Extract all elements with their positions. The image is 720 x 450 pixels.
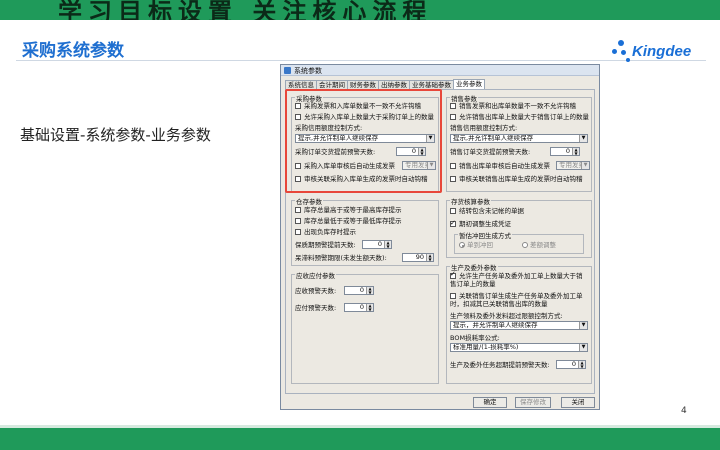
bom-formula-select[interactable]: 标准用量/(1-损耗率%) ▼ — [450, 343, 588, 352]
radio-difference[interactable]: 差额调整 — [522, 241, 556, 249]
chevron-down-icon: ▼ — [579, 135, 587, 142]
production-opt-deduct[interactable]: 关联销售订单生成生产任务单及委外加工单时，扣减其已关联销售出库的数量 — [450, 292, 588, 308]
ap-warn-days-stepper[interactable]: 0 ▲ ▼ — [344, 303, 374, 312]
title-divider — [16, 60, 706, 61]
slide-body-text: 基础设置-系统参数-业务参数 — [20, 126, 211, 144]
sales-opt-invoice-mismatch[interactable]: 销售发票和出库单数量不一致不允许钩稽 — [450, 102, 576, 110]
top-band-title: 学习目标设置 关注核心流程 — [58, 0, 433, 20]
top-band: 学习目标设置 关注核心流程 — [0, 0, 720, 20]
spin-arrows-icon[interactable]: ▲ ▼ — [426, 254, 433, 261]
sales-warn-days-stepper[interactable]: 0 ▲ ▼ — [550, 147, 580, 156]
radio-per-document[interactable]: 单到冲回 — [459, 241, 493, 249]
slide-title: 采购系统参数 — [22, 41, 124, 61]
costing-opt-unposted[interactable]: 结转包含未记帐的单据 — [450, 207, 524, 215]
logo-text: Kingdee — [632, 43, 692, 60]
stagnant-days-stepper[interactable]: 90 ▲ ▼ — [402, 253, 434, 262]
shelf-life-label: 保质期预警提前天数: — [295, 241, 356, 249]
checkbox[interactable] — [295, 229, 301, 235]
checkbox[interactable] — [450, 176, 456, 182]
dialog-title: 系统参数 — [294, 67, 322, 75]
inventory-opt-low[interactable]: 库存总量低于或等于最低库存提示 — [295, 217, 402, 225]
ok-button[interactable]: 确定 — [473, 397, 507, 408]
production-ctrl-select[interactable]: 提示，并允许制单人继续保存 ▼ — [450, 321, 588, 330]
shelf-life-stepper[interactable]: 0 ▲ ▼ — [362, 240, 392, 249]
costing-group-label: 存货核算参数 — [450, 196, 491, 206]
logo-dots-icon — [612, 40, 632, 64]
radio-selected[interactable] — [459, 242, 465, 248]
radio[interactable] — [522, 242, 528, 248]
checkbox[interactable] — [450, 103, 456, 109]
ar-warn-label: 应收预警天数: — [295, 287, 337, 295]
bom-label: BOM损耗率公式: — [450, 334, 500, 342]
costing-opt-voucher[interactable]: 期初调整生成凭证 — [450, 219, 511, 228]
inventory-group-label: 仓存参数 — [295, 196, 323, 206]
spin-arrows-icon[interactable]: ▲ ▼ — [366, 304, 373, 311]
chevron-down-icon: ▼ — [579, 322, 587, 329]
sales-credit-label: 销售信用额度控制方式: — [450, 124, 518, 132]
ar-ap-group-label: 应收应付参数 — [295, 270, 336, 280]
chevron-down-icon: ▼ — [579, 344, 587, 351]
sales-credit-select[interactable]: 提示,并允许制单人继续保存 ▼ — [450, 134, 588, 143]
chevron-down-icon: ▼ — [581, 162, 589, 169]
spin-arrows-icon[interactable]: ▲ ▼ — [572, 148, 579, 155]
save-changes-button[interactable]: 保存修改 — [515, 397, 551, 408]
dialog-titlebar[interactable]: 系统参数 — [281, 65, 599, 76]
checkbox[interactable] — [450, 293, 456, 299]
stagnant-label: 呆滞料预警期限(未发生额天数): — [295, 254, 387, 262]
ap-warn-label: 应付预警天数: — [295, 304, 337, 312]
production-opt-exceed[interactable]: 允许生产任务单及委外加工单上数量大于销售订单上的数量 — [450, 271, 588, 288]
checkbox-checked[interactable] — [450, 271, 456, 279]
app-icon — [284, 67, 291, 74]
production-ctrl-label: 生产领料及委外发料超过限额控制方式: — [450, 312, 563, 320]
checkbox[interactable] — [450, 208, 456, 214]
tab-bar: 系统信息 会计期间 财务参数 出纳参数 业务基础参数 业务参数 — [285, 79, 485, 90]
checkbox[interactable] — [295, 207, 301, 213]
spin-arrows-icon[interactable]: ▲ ▼ — [384, 241, 391, 248]
production-warn-label: 生产及委外任务超期提前预警天数: — [450, 361, 550, 369]
sales-auto-link[interactable]: 审核关联销售出库单生成的发票时自动钩稽 — [450, 175, 583, 183]
checkbox[interactable] — [450, 163, 456, 169]
sales-opt-allow-exceed[interactable]: 允许销售出库单上数量大于销售订单上的数量 — [450, 113, 589, 121]
close-button[interactable]: 关闭 — [561, 397, 595, 408]
spin-arrows-icon[interactable]: ▲ ▼ — [578, 361, 585, 368]
inventory-opt-negative[interactable]: 出现负库存时提示 — [295, 228, 356, 236]
inventory-opt-high[interactable]: 库存总量高于或等于最高库存提示 — [295, 206, 402, 214]
sales-auto-invoice[interactable]: 销售出库单审核后自动生成发票 — [450, 162, 550, 170]
kingdee-logo: Kingdee — [612, 38, 712, 66]
sales-invoice-type-select[interactable]: 专用发票 ▼ — [556, 161, 590, 170]
bottom-band — [0, 428, 720, 450]
production-group-label: 生产及委外参数 — [450, 262, 498, 272]
checkbox-checked[interactable] — [450, 219, 456, 227]
purchase-params-highlight — [285, 89, 442, 193]
checkbox[interactable] — [450, 114, 456, 120]
production-warn-days-stepper[interactable]: 0 ▲ ▼ — [556, 360, 586, 369]
ar-warn-days-stepper[interactable]: 0 ▲ ▼ — [344, 286, 374, 295]
spin-arrows-icon[interactable]: ▲ ▼ — [366, 287, 373, 294]
page-number: 4 — [681, 406, 687, 416]
estimate-subgroup-label: 暂估冲回生成方式 — [458, 230, 512, 240]
checkbox[interactable] — [295, 218, 301, 224]
sales-warn-label: 销售订单交货提前预警天数: — [450, 148, 531, 156]
